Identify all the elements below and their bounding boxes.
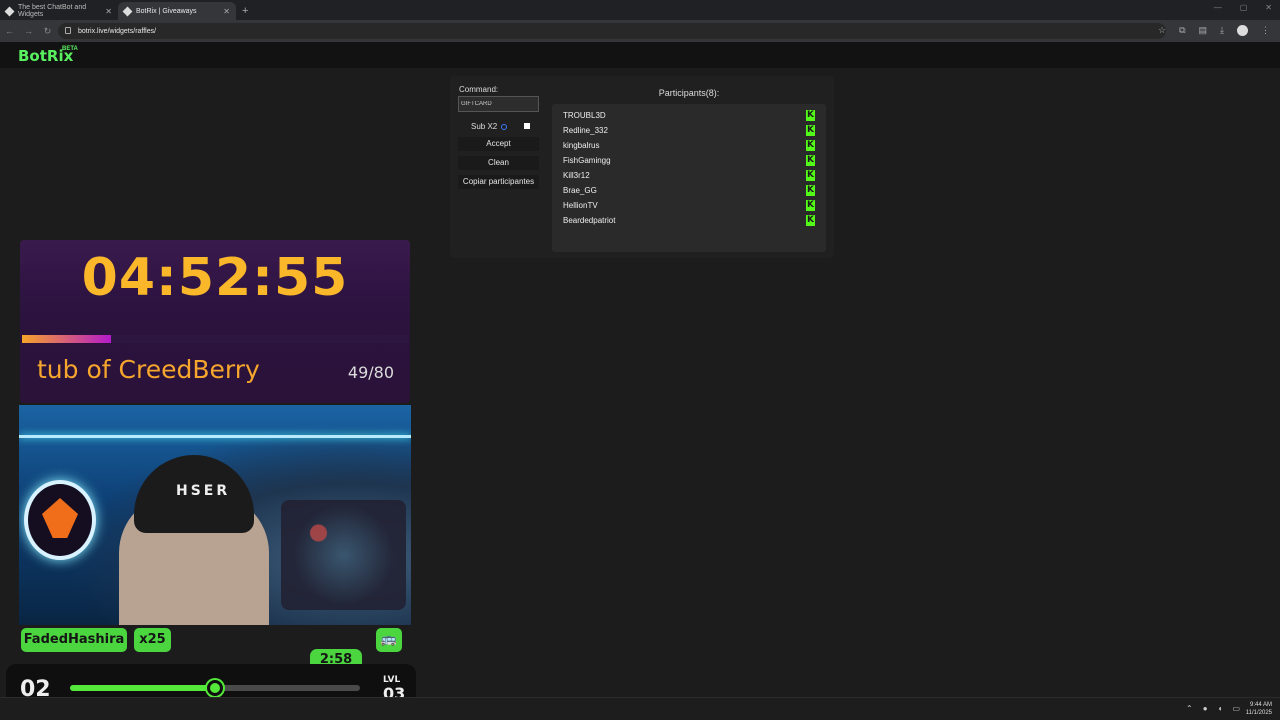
goal-text: tub of CreedBerry (37, 355, 260, 384)
maximize-icon[interactable]: ▢ (1240, 3, 1248, 12)
kick-icon: K (806, 140, 815, 151)
sidepanel-icon[interactable]: ▤ (1199, 25, 1208, 36)
participant-name: Kill3r12 (563, 171, 590, 180)
streamer-cap: HSER (134, 455, 254, 533)
list-item: HellionTV K (563, 198, 815, 213)
new-tab-icon[interactable]: + (242, 2, 248, 20)
tab-strip: The best ChatBot and Widgets ✕ BotRix | … (0, 0, 1280, 20)
browser-toolbar-icons: ☆ ⧉ ▤ ⤓ ⋮ (1158, 25, 1270, 36)
command-input[interactable] (458, 96, 539, 112)
volume-icon[interactable]: ◖ (1218, 704, 1223, 713)
kick-icon: K (806, 185, 815, 196)
forward-icon[interactable]: → (19, 26, 38, 36)
url-field[interactable]: botrix.live/widgets/raffles/ (58, 23, 1166, 39)
address-bar-row: ← → ↻ botrix.live/widgets/raffles/ ☆ ⧉ ▤… (0, 20, 1280, 42)
beta-badge: BETA (62, 46, 78, 52)
tab-giveaways[interactable]: BotRix | Giveaways ✕ (118, 2, 236, 20)
goal-count: 49/80 (347, 363, 394, 382)
user-name-badge: FadedHashira (21, 628, 127, 652)
list-item: Brae_GG K (563, 183, 815, 198)
list-item: TROUBL3D K (563, 108, 815, 123)
kick-icon: K (806, 110, 815, 121)
list-item: Kill3r12 K (563, 168, 815, 183)
participant-name: FishGamingg (563, 156, 611, 165)
participant-name: TROUBL3D (563, 111, 606, 120)
tab-title: The best ChatBot and Widgets (18, 4, 87, 18)
extensions-icon[interactable]: ⧉ (1179, 25, 1185, 36)
command-label: Command: (459, 85, 499, 94)
neon-light-strip (19, 435, 411, 438)
menu-kebab-icon[interactable]: ⋮ (1261, 25, 1270, 36)
url-text: botrix.live/widgets/raffles/ (78, 27, 157, 35)
participants-title: Participants(8): (658, 88, 720, 98)
chevron-up-icon[interactable]: ⌃ (1186, 704, 1193, 713)
reload-icon[interactable]: ↻ (38, 26, 57, 37)
taskbar: ⌃ ● ◖ ▭ 9:44 AM 11/1/2025 (0, 697, 1280, 720)
kick-icon: K (806, 215, 815, 226)
download-icon[interactable]: ⤓ (1220, 25, 1224, 36)
clock-time: 9:44 AM (1249, 702, 1272, 708)
kick-icon: K (806, 125, 815, 136)
window-controls: — ▢ ✕ (1214, 3, 1272, 12)
kick-icon: K (806, 200, 815, 211)
accept-button[interactable]: Accept (458, 137, 539, 151)
list-item: kingbalrus K (563, 138, 815, 153)
sub-x2-label: Sub X2 (471, 122, 498, 131)
bus-icon: 🚌 (376, 628, 402, 652)
clean-button[interactable]: Clean (458, 156, 539, 170)
participant-name: HellionTV (563, 201, 598, 210)
participant-name: kingbalrus (563, 141, 600, 150)
goal-progress-bar (22, 335, 408, 343)
multiplier-badge: x25 (134, 628, 171, 652)
xp-knob (207, 680, 223, 696)
raffle-panel: Command: Sub X2 Accept Clean Copiar part… (450, 76, 834, 258)
tab-title: BotRix | Giveaways (136, 7, 197, 15)
site-info-icon[interactable] (65, 27, 71, 34)
sub-x2-option: Sub X2 (471, 122, 508, 131)
participant-name: Beardedpatriot (563, 216, 616, 225)
system-tray: ⌃ ● ◖ ▭ (1186, 704, 1240, 713)
close-tab-icon[interactable]: ✕ (223, 7, 230, 16)
minimize-icon[interactable]: — (1214, 3, 1222, 12)
goal-progress-fill (22, 335, 111, 343)
list-item: FishGamingg K (563, 153, 815, 168)
close-tab-icon[interactable]: ✕ (105, 7, 112, 16)
participants-list: TROUBL3D K Redline_332 K kingbalrus K FishG… (552, 104, 826, 252)
webcam-feed: HSER (19, 405, 411, 625)
close-window-icon[interactable]: ✕ (1265, 3, 1272, 12)
participant-name: Redline_332 (563, 126, 608, 135)
copy-participants-button[interactable]: Copiar participantes (458, 175, 539, 189)
site-header: BotRix BETA (0, 42, 1280, 68)
botrix-favicon-icon (122, 6, 133, 16)
sticker-wall (281, 500, 406, 610)
bookmark-star-icon[interactable]: ☆ (1158, 25, 1166, 36)
mic-icon[interactable]: ● (1203, 704, 1208, 713)
kick-icon: K (806, 170, 815, 181)
list-item: Redline_332 K (563, 123, 815, 138)
list-item: Beardedpatriot K (563, 213, 815, 228)
subathon-timer: 04:52:55 (81, 248, 349, 308)
clock-date: 11/1/2025 (1245, 710, 1272, 716)
participant-name: Brae_GG (563, 186, 597, 195)
xp-track (70, 680, 360, 696)
kick-icon: K (806, 155, 815, 166)
cap-text: HSER (176, 483, 231, 499)
info-icon[interactable] (501, 123, 508, 130)
tab-chatbot[interactable]: The best ChatBot and Widgets ✕ (0, 2, 118, 20)
back-icon[interactable]: ← (0, 26, 19, 36)
phoenix-emblem-icon (24, 480, 96, 560)
botrix-favicon-icon (4, 6, 15, 16)
network-icon[interactable]: ▭ (1232, 704, 1240, 713)
subathon-timer-card: 04:52:55 tub of CreedBerry 49/80 (20, 240, 410, 403)
profile-avatar-icon[interactable] (1237, 25, 1248, 36)
xp-fill (70, 685, 215, 691)
sub-x2-checkbox[interactable] (524, 123, 530, 129)
taskbar-clock[interactable]: 9:44 AM 11/1/2025 (1246, 701, 1272, 717)
